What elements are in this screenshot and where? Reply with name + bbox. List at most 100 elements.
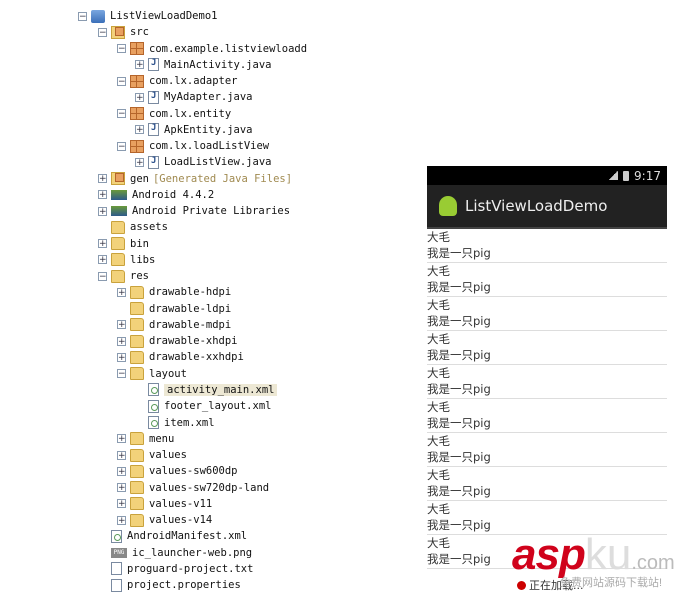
expand-icon[interactable]: +: [117, 515, 126, 525]
pkg-icon: [130, 74, 144, 88]
collapse-icon[interactable]: −: [98, 27, 107, 37]
expand-icon[interactable]: +: [98, 190, 107, 200]
list-item[interactable]: 大毛 我是一只pig: [427, 365, 667, 399]
status-time: 9:17: [634, 168, 661, 183]
project-icon: [91, 9, 105, 23]
tree-item[interactable]: item.xml: [135, 415, 215, 431]
collapse-icon[interactable]: −: [78, 11, 87, 21]
android-phone-screen: 9:17 ListViewLoadDemo 大毛 我是一只pig 大毛 我是一只pig…: [427, 166, 667, 592]
expand-icon[interactable]: +: [135, 60, 144, 70]
list-item[interactable]: 大毛 我是一只pig: [427, 297, 667, 331]
tree-item[interactable]: AndroidManifest.xml: [98, 528, 247, 544]
tree-item[interactable]: + MyAdapter.java: [135, 89, 253, 105]
item-title: 大毛: [427, 230, 450, 244]
tree-item[interactable]: − layout: [117, 366, 187, 382]
tree-item-label: LoadListView.java: [164, 156, 272, 169]
tree-item[interactable]: + values-v11: [117, 496, 212, 512]
expand-icon[interactable]: +: [117, 483, 126, 493]
tree-item[interactable]: drawable-ldpi: [117, 301, 231, 317]
folder-icon: [130, 464, 144, 478]
expand-icon[interactable]: +: [135, 157, 144, 167]
tree-item[interactable]: + drawable-mdpi: [117, 317, 231, 333]
list-item[interactable]: 大毛 我是一只pig: [427, 399, 667, 433]
expand-icon[interactable]: +: [98, 239, 107, 249]
expand-icon[interactable]: +: [117, 499, 126, 509]
expand-icon[interactable]: +: [117, 450, 126, 460]
tree-item[interactable]: project.properties: [98, 577, 241, 593]
tree-item[interactable]: PNG ic_launcher-web.png: [98, 545, 252, 561]
signal-icon: [608, 171, 619, 180]
list-item[interactable]: 大毛 我是一只pig: [427, 263, 667, 297]
tree-item-label: libs: [130, 253, 156, 266]
srcfolder-icon: [111, 172, 125, 186]
item-title: 大毛: [427, 332, 450, 346]
item-title: 大毛: [427, 366, 450, 380]
expand-icon[interactable]: +: [98, 255, 107, 265]
tree-item[interactable]: footer_layout.xml: [135, 398, 271, 414]
tree-item[interactable]: − ListViewLoadDemo1: [78, 8, 217, 24]
tree-item[interactable]: − com.lx.entity: [117, 106, 231, 122]
battery-icon: [623, 170, 630, 181]
tree-item[interactable]: + MainActivity.java: [135, 57, 271, 73]
expand-icon[interactable]: +: [117, 287, 126, 297]
tree-item[interactable]: + values-sw720dp-land: [117, 480, 269, 496]
expand-icon[interactable]: +: [117, 320, 126, 330]
expand-icon[interactable]: +: [135, 92, 144, 102]
list-item[interactable]: 大毛 我是一只pig: [427, 433, 667, 467]
expand-icon[interactable]: +: [117, 336, 126, 346]
tree-item[interactable]: + drawable-xhdpi: [117, 333, 238, 349]
tree-item[interactable]: proguard-project.txt: [98, 561, 253, 577]
collapse-icon[interactable]: −: [117, 109, 126, 119]
collapse-icon[interactable]: −: [117, 44, 126, 54]
status-bar: 9:17: [427, 166, 667, 185]
tree-item[interactable]: + values: [117, 447, 187, 463]
tree-item[interactable]: − com.lx.adapter: [117, 73, 238, 89]
progress-spinner-icon: [517, 580, 526, 590]
tree-item[interactable]: + drawable-hdpi: [117, 284, 231, 300]
expand-icon[interactable]: +: [117, 434, 126, 444]
tree-item[interactable]: + menu: [117, 431, 174, 447]
srcfolder-icon: [111, 25, 125, 39]
tree-item[interactable]: + Android Private Libraries: [98, 203, 290, 219]
tree-item[interactable]: + ApkEntity.java: [135, 122, 253, 138]
collapse-icon[interactable]: −: [98, 271, 107, 281]
collapse-icon[interactable]: −: [117, 76, 126, 86]
tree-item[interactable]: − com.lx.loadListView: [117, 138, 269, 154]
tree-item[interactable]: − com.example.listviewloadd: [117, 41, 307, 57]
tree-item[interactable]: − src: [98, 24, 149, 40]
item-title: 大毛: [427, 502, 450, 516]
lib-icon: [111, 206, 127, 217]
expand-icon[interactable]: +: [98, 206, 107, 216]
tree-item[interactable]: + gen [Generated Java Files]: [98, 171, 292, 187]
pkg-icon: [130, 139, 144, 153]
tree-item[interactable]: activity_main.xml: [135, 382, 278, 398]
tree-item[interactable]: + bin: [98, 236, 149, 252]
item-title: 大毛: [427, 468, 450, 482]
expand-icon[interactable]: +: [135, 125, 144, 135]
tree-item[interactable]: + values-sw600dp: [117, 463, 238, 479]
folder-icon: [130, 513, 144, 527]
expand-icon[interactable]: +: [117, 352, 126, 362]
folder-icon: [130, 285, 144, 299]
list-item[interactable]: 大毛 我是一只pig: [427, 467, 667, 501]
tree-item[interactable]: + values-v14: [117, 512, 212, 528]
watermark-logo: aspku.com 免费网站源码下载站!: [512, 530, 675, 589]
watermark-tagline: 免费网站源码下载站!: [560, 577, 663, 589]
collapse-icon[interactable]: −: [117, 369, 126, 379]
tree-item[interactable]: + Android 4.4.2: [98, 187, 214, 203]
tree-item[interactable]: assets: [98, 219, 168, 235]
expand-icon[interactable]: +: [98, 174, 107, 184]
expand-icon[interactable]: +: [117, 466, 126, 476]
collapse-icon[interactable]: −: [117, 141, 126, 151]
list-item[interactable]: 大毛 我是一只pig: [427, 331, 667, 365]
folder-icon: [111, 237, 125, 251]
list-view[interactable]: 大毛 我是一只pig 大毛 我是一只pig 大毛 我是一只pig 大毛 我是一只pig 大毛 我是…: [427, 229, 667, 569]
tree-item[interactable]: − res: [98, 268, 149, 284]
tree-item[interactable]: + libs: [98, 252, 155, 268]
tree-item[interactable]: + LoadListView.java: [135, 154, 271, 170]
tree-item[interactable]: + drawable-xxhdpi: [117, 349, 244, 365]
list-item[interactable]: 大毛 我是一只pig: [427, 229, 667, 263]
